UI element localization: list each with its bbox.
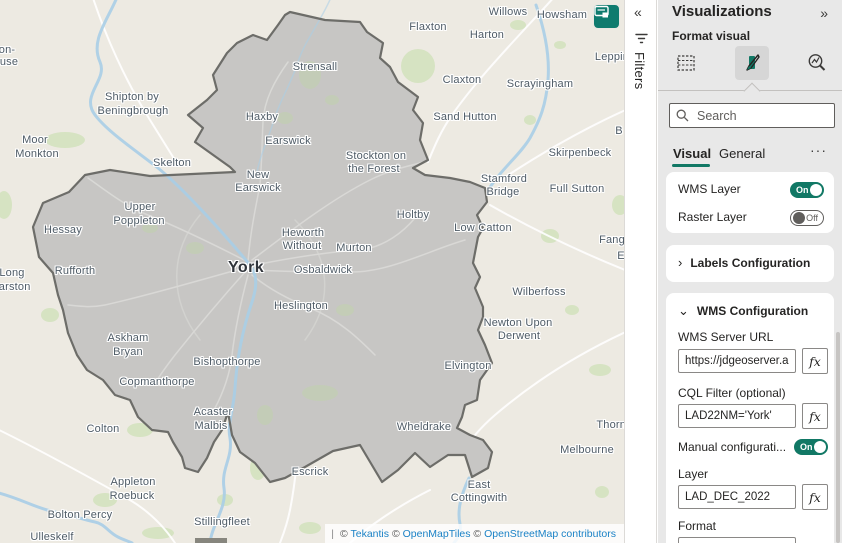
manual-configuration-label: Manual configurati... bbox=[678, 440, 786, 454]
pane-title: Visualizations bbox=[672, 3, 772, 20]
pane-scrollbar[interactable] bbox=[836, 332, 840, 543]
analytics-icon[interactable] bbox=[802, 48, 832, 78]
layer-fx-button[interactable]: fx bbox=[802, 484, 828, 510]
wms-layer-toggle[interactable]: On bbox=[790, 182, 824, 198]
more-options-button[interactable]: ··· bbox=[810, 142, 827, 158]
wms-server-url-input[interactable] bbox=[678, 349, 796, 373]
tab-general[interactable]: General bbox=[719, 146, 765, 161]
format-input[interactable] bbox=[678, 537, 796, 543]
visualizations-pane: Visualizations » Format visual bbox=[658, 0, 842, 543]
expand-pane-button[interactable]: » bbox=[818, 3, 830, 23]
search-icon bbox=[676, 109, 689, 122]
attribution-separator: | bbox=[331, 528, 334, 540]
attribution-link[interactable]: Tekantis bbox=[351, 528, 390, 540]
copyright-symbol: © bbox=[340, 528, 350, 540]
map-canvas[interactable]: on-useWillowsHowshamFlaxtonHartonStrensa… bbox=[0, 0, 624, 543]
copyright-symbol: © bbox=[389, 528, 403, 540]
copyright-symbol: © bbox=[471, 528, 485, 540]
chevron-right-icon: › bbox=[678, 258, 682, 268]
wms-layer-label: WMS Layer bbox=[678, 182, 741, 196]
selected-icon-caret bbox=[744, 83, 761, 100]
wms-configuration-card: ⌄ WMS Configuration WMS Server URL fx CQ… bbox=[666, 293, 834, 543]
map-tiles bbox=[0, 0, 624, 543]
attribution-link[interactable]: OpenStreetMap contributors bbox=[484, 528, 616, 540]
powerbi-window: on-useWillowsHowshamFlaxtonHartonStrensa… bbox=[0, 0, 842, 543]
map-annotate-button[interactable] bbox=[593, 4, 620, 29]
filters-pane-title[interactable]: Filters bbox=[632, 52, 647, 90]
attribution-link[interactable]: OpenMapTiles bbox=[403, 528, 471, 540]
cql-filter-input[interactable] bbox=[678, 404, 796, 428]
wms-server-url-label: WMS Server URL bbox=[678, 330, 773, 344]
layer-input[interactable] bbox=[678, 485, 796, 509]
search-box bbox=[669, 103, 835, 128]
active-tab-underline bbox=[672, 164, 710, 167]
filters-pane-collapsed: « Filters bbox=[624, 0, 657, 543]
map-attribution: | © Tekantis © OpenMapTiles © OpenStreet… bbox=[325, 524, 624, 543]
search-input[interactable] bbox=[695, 108, 828, 124]
layer-label: Layer bbox=[678, 467, 708, 481]
format-visual-icon-selected[interactable] bbox=[735, 46, 769, 80]
tab-visual[interactable]: Visual bbox=[673, 146, 711, 161]
labels-configuration-card: › Labels Configuration bbox=[666, 245, 834, 282]
raster-layer-label: Raster Layer bbox=[678, 210, 747, 224]
chevron-down-icon: ⌄ bbox=[678, 306, 689, 316]
build-visual-icon[interactable] bbox=[671, 48, 701, 78]
filter-funnel-icon bbox=[634, 32, 649, 45]
labels-configuration-expander[interactable]: › Labels Configuration bbox=[678, 256, 810, 270]
cql-filter-fx-button[interactable]: fx bbox=[802, 403, 828, 429]
layers-card: WMS Layer On Raster Layer Off bbox=[666, 172, 834, 233]
wms-server-url-fx-button[interactable]: fx bbox=[802, 348, 828, 374]
cql-filter-label: CQL Filter (optional) bbox=[678, 386, 786, 400]
raster-layer-toggle[interactable]: Off bbox=[790, 210, 824, 226]
expand-filters-button[interactable]: « bbox=[632, 2, 644, 22]
manual-configuration-toggle[interactable]: On bbox=[794, 439, 828, 455]
wms-configuration-expander[interactable]: ⌄ WMS Configuration bbox=[678, 304, 808, 318]
format-visual-heading: Format visual bbox=[672, 29, 750, 43]
note-edit-icon bbox=[594, 5, 610, 19]
format-label: Format bbox=[678, 519, 716, 533]
